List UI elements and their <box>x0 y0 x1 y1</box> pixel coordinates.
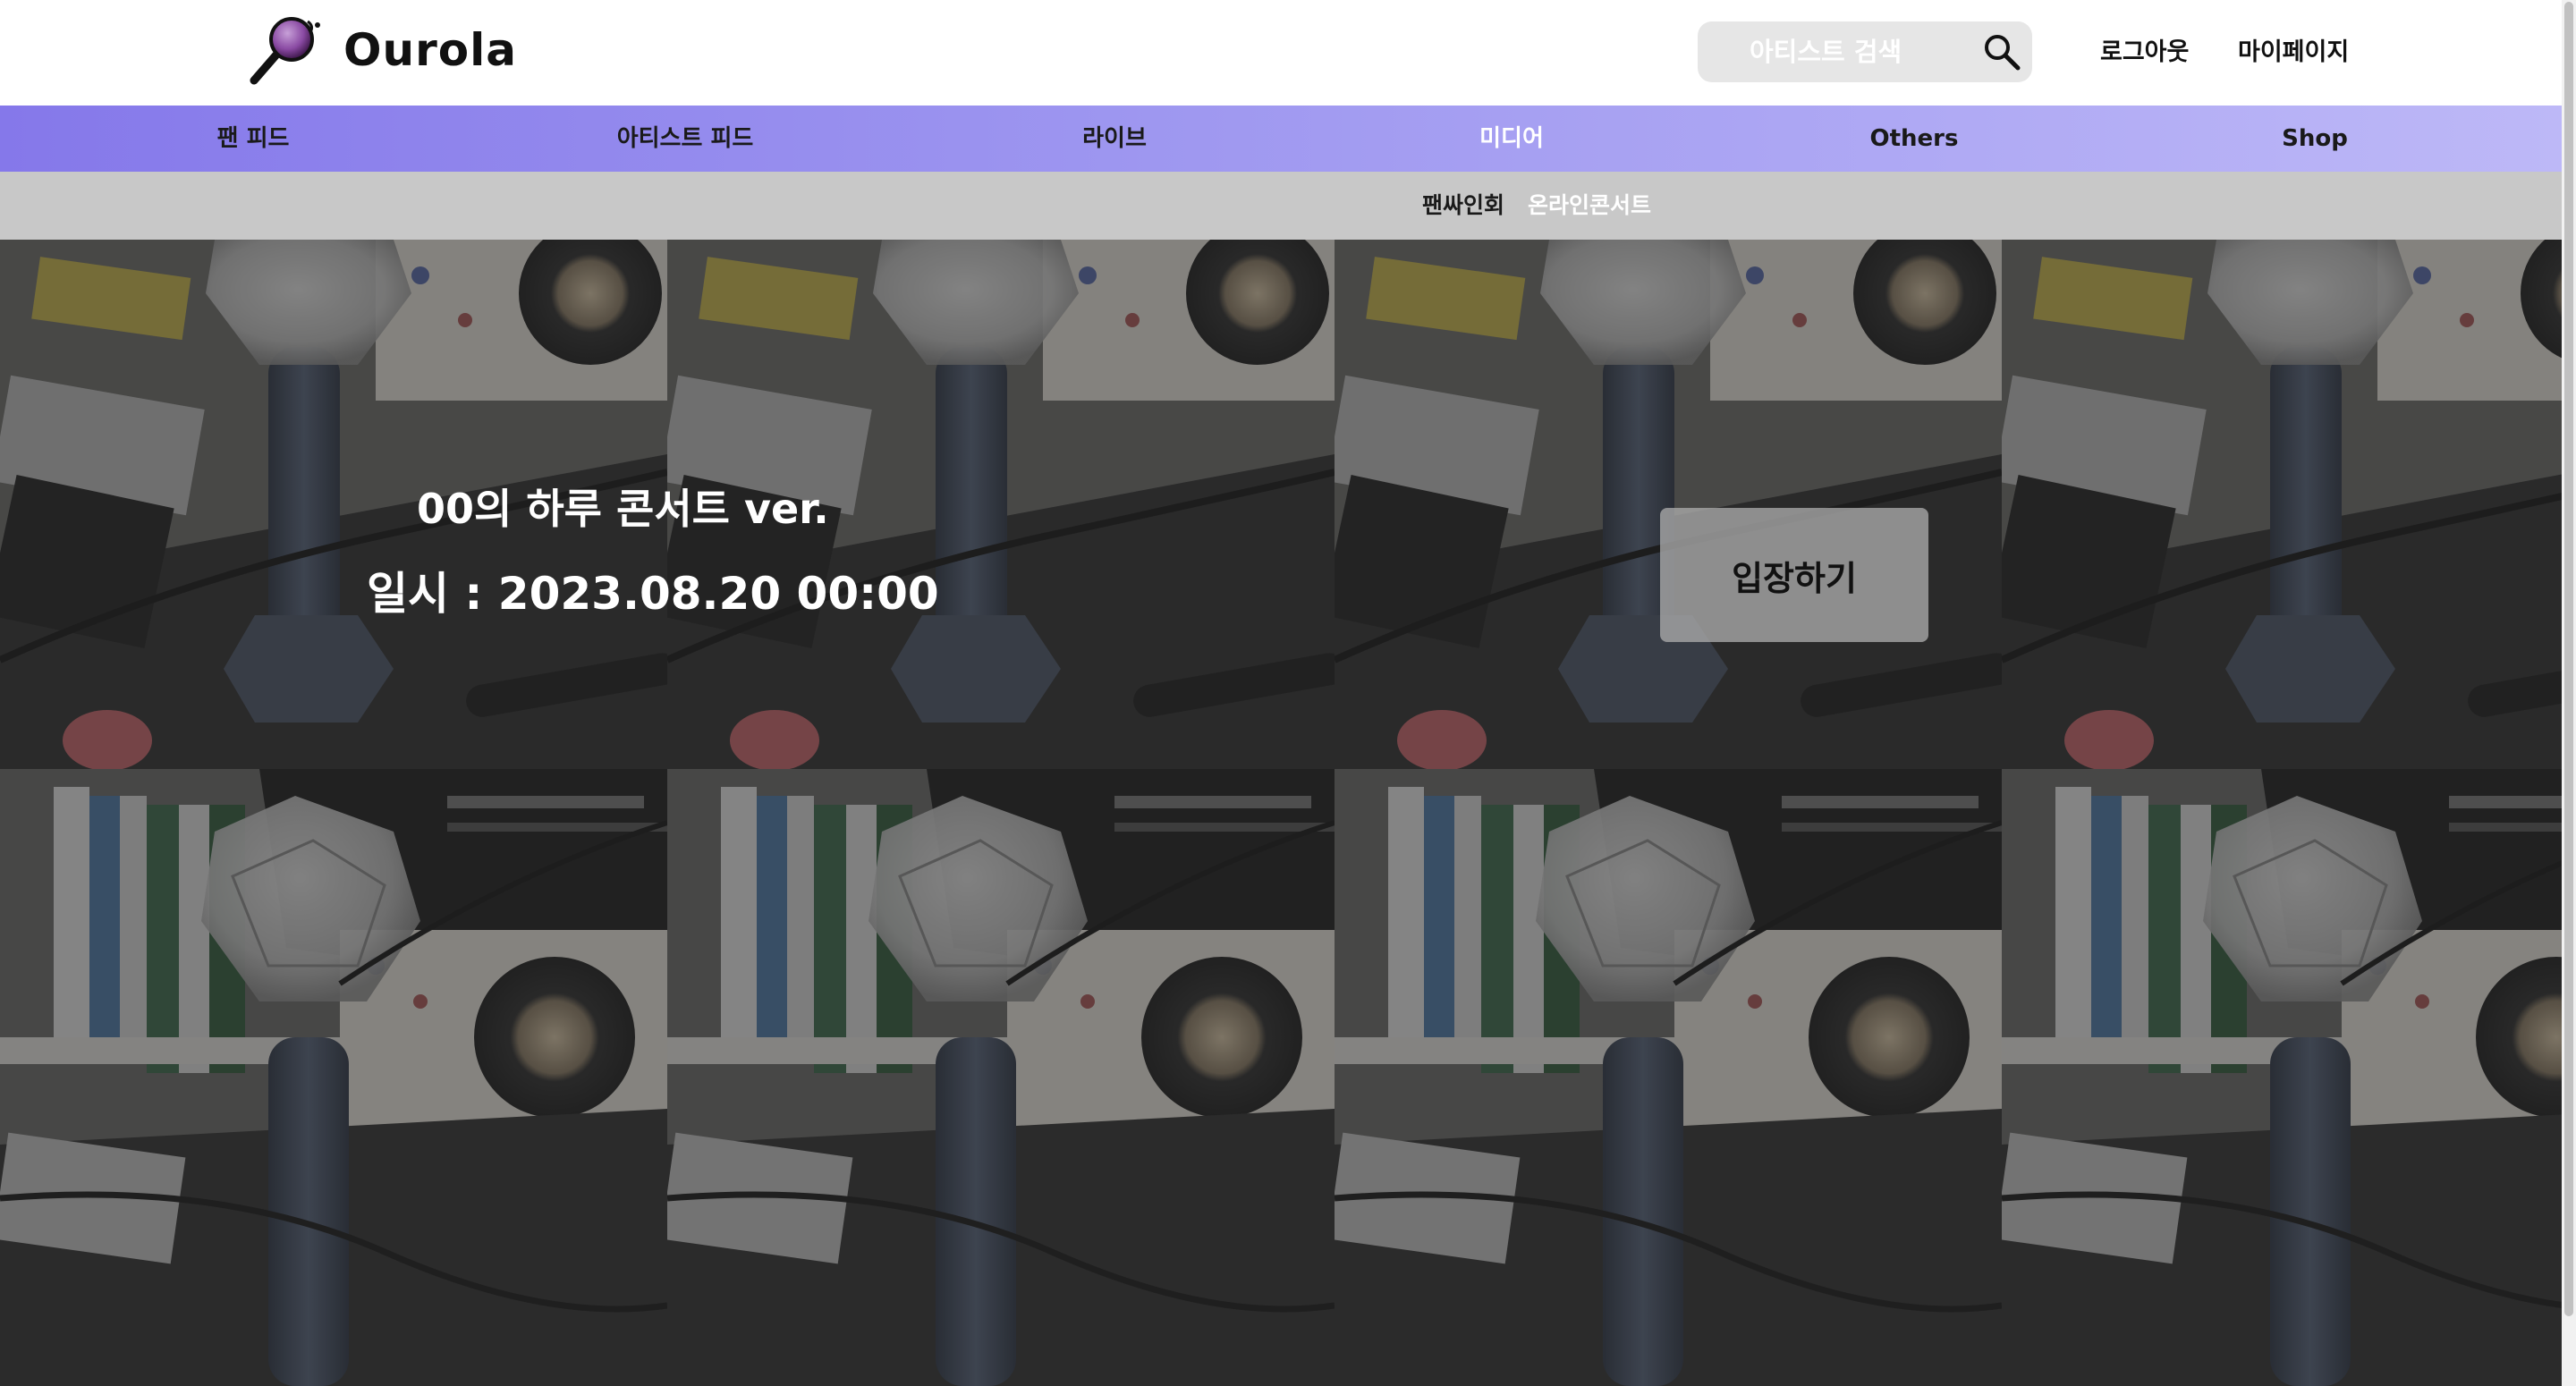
nav-shop[interactable]: Shop <box>2282 106 2348 172</box>
banner-photo-tile <box>2002 769 2562 1386</box>
artist-search <box>1698 21 2032 82</box>
nav-live[interactable]: 라이브 <box>1082 106 1147 172</box>
banner-photo-tile <box>2002 240 2562 769</box>
banner-photo-tile <box>1335 769 2002 1386</box>
page-scrollbar[interactable] <box>2562 0 2576 1386</box>
banner-photo-tile <box>1335 240 2002 769</box>
enter-concert-button[interactable]: 입장하기 <box>1660 508 1928 642</box>
scrollbar-thumb[interactable] <box>2564 2 2573 1316</box>
banner-photo-tile <box>667 769 1335 1386</box>
concert-title: 00의 하루 콘서트 ver. <box>417 485 829 533</box>
logout-link[interactable]: 로그아웃 <box>2100 32 2189 67</box>
nav-artist-feed[interactable]: 아티스트 피드 <box>617 106 754 172</box>
nav-media[interactable]: 미디어 <box>1479 106 1544 172</box>
search-icon[interactable] <box>1982 32 2021 72</box>
concert-date: 일시 : 2023.08.20 00:00 <box>367 568 939 620</box>
banner-photo-tile <box>0 769 667 1386</box>
nav-fan-feed[interactable]: 팬 피드 <box>217 106 290 172</box>
mypage-link[interactable]: 마이페이지 <box>2238 32 2349 67</box>
microphone-icon <box>250 17 320 85</box>
sub-nav: 팬싸인회 온라인콘서트 <box>0 172 2562 240</box>
concert-banner: 00의 하루 콘서트 ver. 일시 : 2023.08.20 00:00 입장… <box>0 240 2562 1386</box>
site-header: Ourola 로그아웃 마이페이지 <box>0 0 2562 106</box>
main-nav: 팬 피드 아티스트 피드 라이브 미디어 Others Shop <box>0 106 2562 172</box>
subnav-online-concert[interactable]: 온라인콘서트 <box>1528 172 1651 240</box>
search-input[interactable] <box>1698 21 1975 82</box>
subnav-fansign[interactable]: 팬싸인회 <box>1422 172 1504 240</box>
logo[interactable]: Ourola <box>247 14 517 86</box>
nav-others[interactable]: Others <box>1870 106 1959 172</box>
brand-name: Ourola <box>343 24 517 76</box>
